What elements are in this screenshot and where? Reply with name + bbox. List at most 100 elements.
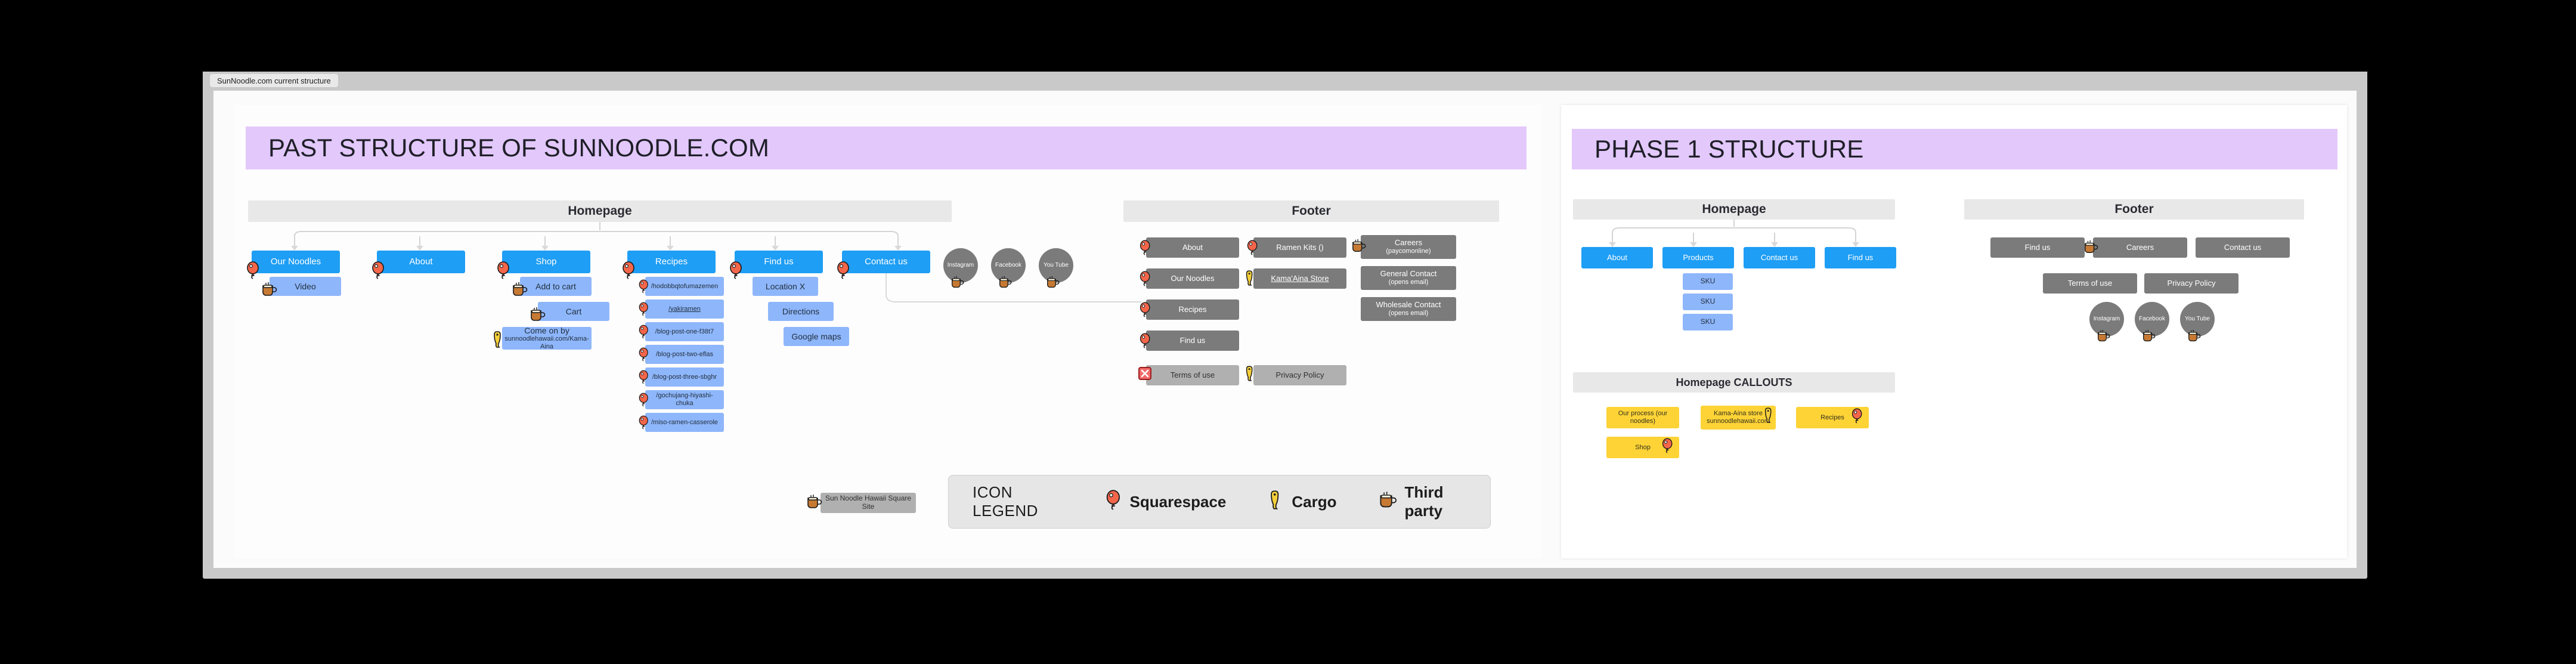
tab-sunnoodle-structure[interactable]: SunNoodle.com current structure: [210, 74, 338, 87]
node-label: /hodobbqtofumazemen: [651, 282, 719, 290]
tab-label: SunNoodle.com current structure: [217, 76, 331, 85]
phase1-node-find-us[interactable]: Find us: [1825, 247, 1896, 268]
node-add-to-cart[interactable]: Add to cart: [520, 277, 592, 296]
phase1-social-instagram[interactable]: Instagram: [2089, 302, 2124, 336]
past-structure-panel: PAST STRUCTURE OF SUNNOODLE.COM Homepage: [235, 105, 1541, 558]
node-label: Privacy Policy: [1275, 370, 1324, 379]
node-sublabel: sunnoodlehawaii.com: [1707, 418, 1770, 425]
phase1-title: PHASE 1 STRUCTURE: [1572, 129, 2337, 169]
node-recipe-1[interactable]: /hodobbqtofumazemen: [645, 277, 724, 296]
node-our-noodles[interactable]: Our Noodles: [252, 251, 340, 273]
social-label: You Tube: [1044, 262, 1069, 269]
node-video[interactable]: Video: [270, 277, 341, 296]
phase1-node-about[interactable]: About: [1581, 247, 1653, 268]
node-directions[interactable]: Directions: [768, 302, 834, 321]
social-label: Facebook: [2139, 316, 2165, 323]
phase1-footer-contact-us[interactable]: Contact us: [2196, 237, 2290, 258]
node-label: /gochujang-hiyashi-chuka: [656, 392, 713, 407]
phase1-node-products[interactable]: Products: [1662, 247, 1734, 268]
footer-item-recipes[interactable]: Recipes: [1146, 299, 1239, 320]
node-label: Directions: [782, 306, 820, 316]
node-label: About: [409, 257, 433, 267]
footer-item-kamaaina-store[interactable]: Kama'Aina Store: [1253, 268, 1346, 289]
footer-item-ramen-kits[interactable]: Ramen Kits (): [1253, 237, 1346, 258]
callout-shop[interactable]: Shop: [1606, 437, 1679, 458]
node-label: Our Noodles: [1171, 273, 1215, 283]
node-label: Terms of use: [2067, 278, 2113, 288]
node-recipe-5[interactable]: /blog-post-three-sbghr: [645, 367, 724, 387]
diagram-canvas[interactable]: PAST STRUCTURE OF SUNNOODLE.COM Homepage: [213, 91, 2357, 568]
footer-item-our-noodles[interactable]: Our Noodles: [1146, 268, 1239, 289]
social-label: Instagram: [2093, 316, 2120, 323]
phase1-node-contact-us[interactable]: Contact us: [1744, 247, 1815, 268]
callout-our-process[interactable]: Our process (our noodles): [1606, 407, 1679, 428]
footer-item-about[interactable]: About: [1146, 237, 1239, 258]
node-recipe-2[interactable]: /yakiramen: [645, 299, 724, 319]
social-youtube[interactable]: You Tube: [1039, 248, 1073, 283]
node-sun-noodle-square-site[interactable]: Sun Noodle Hawaii Square Site: [821, 493, 916, 513]
node-location-x[interactable]: Location X: [753, 277, 818, 296]
legend-item-cargo: Cargo: [1268, 490, 1337, 514]
social-instagram[interactable]: Instagram: [943, 248, 978, 283]
node-label: Kama'Aina Store: [1271, 273, 1329, 283]
left-footer-header-label: Footer: [1292, 204, 1331, 218]
phase1-footer-privacy-policy[interactable]: Privacy Policy: [2144, 273, 2238, 294]
node-label: Our process (our noodles): [1618, 410, 1668, 425]
node-label: General Contact: [1380, 269, 1437, 279]
node-label: Recipes: [1178, 304, 1207, 314]
node-about[interactable]: About: [377, 251, 465, 273]
legend-label: Cargo: [1292, 492, 1337, 511]
node-label: Find us: [2024, 242, 2051, 252]
node-label: Come on by: [524, 326, 569, 336]
phase1-social-facebook[interactable]: Facebook: [2135, 302, 2169, 336]
node-label: /blog-post-three-sbghr: [652, 373, 717, 381]
tab-bar: SunNoodle.com current structure: [203, 72, 2367, 89]
node-recipes[interactable]: Recipes: [627, 251, 716, 273]
phase1-node-sku-3[interactable]: SKU: [1683, 314, 1733, 331]
phase1-node-sku-1[interactable]: SKU: [1683, 273, 1733, 290]
node-contact-us[interactable]: Contact us: [842, 251, 930, 273]
node-sublabel: (paycomonline): [1386, 248, 1431, 255]
right-footer-header: Footer: [1964, 199, 2304, 220]
right-homepage-header-label: Homepage: [1702, 202, 1766, 216]
node-recipe-7[interactable]: /miso-ramen-casserole: [645, 413, 724, 432]
phase1-footer-terms-of-use[interactable]: Terms of use: [2043, 273, 2137, 294]
footer-item-general-contact[interactable]: General Contact (opens email): [1361, 266, 1456, 290]
phase1-node-sku-2[interactable]: SKU: [1683, 294, 1733, 310]
footer-item-privacy-policy[interactable]: Privacy Policy: [1253, 365, 1346, 385]
footer-item-wholesale-contact[interactable]: Wholesale Contact (opens email): [1361, 297, 1456, 321]
node-label: Contact us: [1760, 252, 1798, 262]
callout-recipes[interactable]: Recipes: [1796, 407, 1869, 428]
node-recipe-4[interactable]: /blog-post-two-eflas: [645, 345, 724, 364]
node-come-on-by[interactable]: Come on by sunnoodlehawaii.com/Kama-Aina: [502, 326, 592, 350]
node-label: Terms of use: [1170, 370, 1215, 379]
phase1-footer-careers[interactable]: Careers: [2093, 237, 2187, 258]
icon-legend: ICON LEGEND Squarespace Cargo Third part…: [948, 475, 1491, 529]
node-label: About: [1607, 252, 1627, 262]
phase1-social-youtube[interactable]: You Tube: [2180, 302, 2215, 336]
node-recipe-3[interactable]: /blog-post-one-f38t7: [645, 322, 724, 341]
node-label: Shop: [1635, 443, 1651, 451]
node-label: /yakiramen: [668, 305, 701, 313]
footer-item-careers[interactable]: Careers (paycomonline): [1361, 235, 1456, 259]
node-label: /miso-ramen-casserole: [651, 418, 718, 426]
node-label: /blog-post-one-f38t7: [655, 328, 714, 335]
phase1-footer-find-us[interactable]: Find us: [1990, 237, 2085, 258]
node-google-maps[interactable]: Google maps: [784, 327, 849, 346]
node-label: Recipes: [655, 257, 688, 267]
callout-kamaaina-store[interactable]: Kama-Aina store sunnoodlehawaii.com: [1701, 406, 1776, 430]
callouts-header-label: Homepage CALLOUTS: [1676, 376, 1792, 388]
node-shop[interactable]: Shop: [502, 251, 590, 273]
footer-item-terms-of-use[interactable]: Terms of use: [1146, 365, 1239, 385]
node-label: Contact us: [865, 257, 908, 267]
node-recipe-6[interactable]: /gochujang-hiyashi-chuka: [645, 390, 724, 409]
left-homepage-header-label: Homepage: [568, 204, 632, 218]
node-cart[interactable]: Cart: [538, 302, 609, 321]
cargo-icon: [1268, 490, 1284, 514]
node-label: Ramen Kits (): [1276, 242, 1324, 252]
footer-item-find-us[interactable]: Find us: [1146, 331, 1239, 351]
right-footer-header-label: Footer: [2114, 202, 2154, 216]
right-tree-connectors: [1609, 220, 1859, 247]
node-find-us[interactable]: Find us: [735, 251, 823, 273]
social-facebook[interactable]: Facebook: [991, 248, 1026, 283]
